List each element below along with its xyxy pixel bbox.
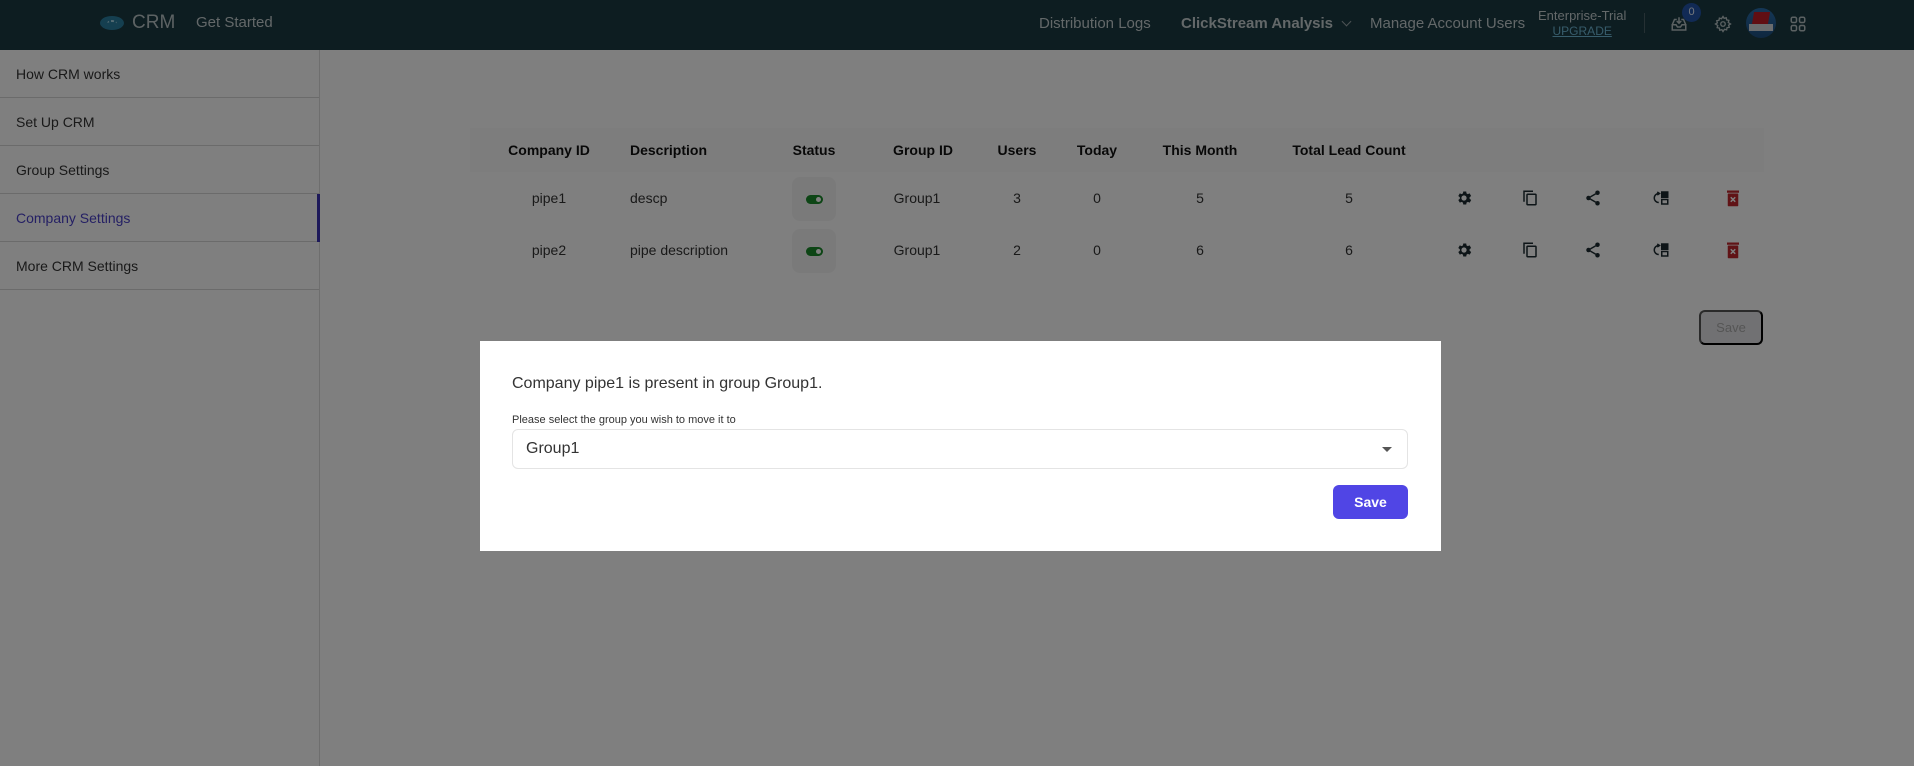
move-group-dialog: Company pipe1 is present in group Group1…: [480, 341, 1441, 551]
group-select[interactable]: Group1: [512, 429, 1408, 469]
caret-down-icon: [1382, 447, 1392, 452]
dialog-save-button[interactable]: Save: [1333, 485, 1408, 519]
group-select-label: Please select the group you wish to move…: [512, 414, 736, 426]
group-select-value: Group1: [526, 440, 580, 457]
dialog-message: Company pipe1 is present in group Group1…: [512, 375, 823, 392]
